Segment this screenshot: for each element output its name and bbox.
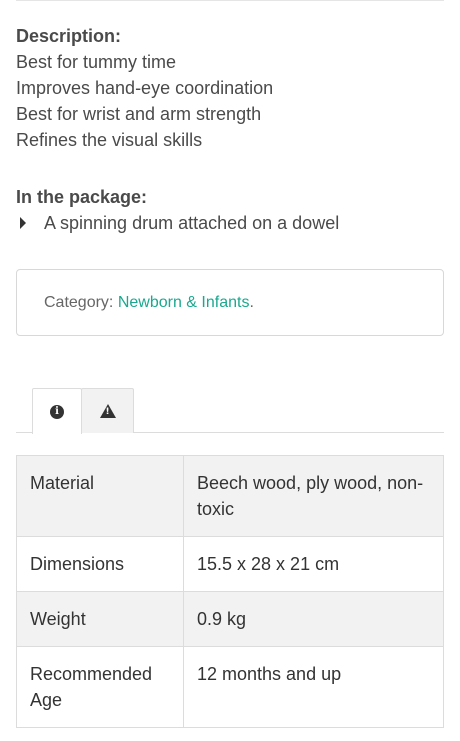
warning-icon: ! xyxy=(99,404,116,418)
info-icon: i xyxy=(50,404,64,419)
category-suffix: . xyxy=(249,294,254,311)
specs-table: Material Beech wood, ply wood, non-toxic… xyxy=(16,455,444,728)
category-box: Category: Newborn & Infants. xyxy=(16,269,444,336)
spec-key: Recommended Age xyxy=(16,646,184,728)
category-line: Category: Newborn & Infants. xyxy=(44,294,254,312)
category-link[interactable]: Newborn & Infants xyxy=(118,294,250,311)
spec-value: Beech wood, ply wood, non-toxic xyxy=(183,455,444,537)
description-line: Best for tummy time xyxy=(16,52,177,72)
spec-value: 0.9 kg xyxy=(183,591,444,647)
package-heading: In the package: xyxy=(16,187,148,207)
bullet-triangle-icon xyxy=(20,217,26,229)
description-line: Best for wrist and arm strength xyxy=(16,104,262,124)
spec-value: 12 months and up xyxy=(183,646,444,728)
top-divider xyxy=(16,0,444,1)
spec-key: Weight xyxy=(16,591,184,647)
table-row: Recommended Age 12 months and up xyxy=(16,646,444,728)
tab-info[interactable]: i xyxy=(32,388,82,434)
spec-value: 15.5 x 28 x 21 cm xyxy=(183,536,444,592)
package-item: A spinning drum attached on a dowel xyxy=(44,213,340,233)
description-line: Refines the visual skills xyxy=(16,130,203,150)
table-row: Weight 0.9 kg xyxy=(16,591,444,647)
spec-key: Dimensions xyxy=(16,536,184,592)
description-heading: Description: xyxy=(16,26,122,46)
table-row: Dimensions 15.5 x 28 x 21 cm xyxy=(16,536,444,592)
spec-key: Material xyxy=(16,455,184,537)
category-label: Category: xyxy=(44,294,114,311)
description-line: Improves hand-eye coordination xyxy=(16,78,274,98)
table-row: Material Beech wood, ply wood, non-toxic xyxy=(16,455,444,537)
tab-warning[interactable]: ! xyxy=(81,388,134,433)
